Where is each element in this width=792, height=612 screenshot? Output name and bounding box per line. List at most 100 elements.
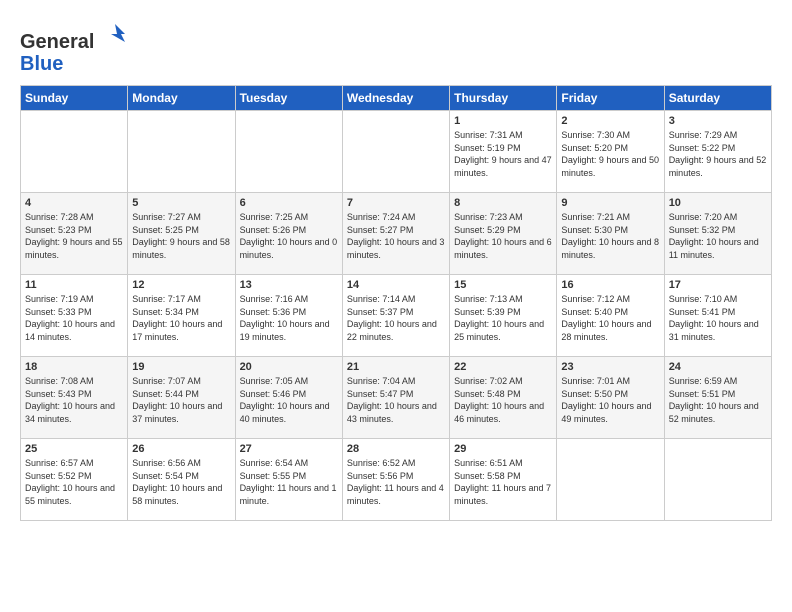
day-info: Sunrise: 7:28 AM Sunset: 5:23 PM Dayligh…	[25, 211, 123, 261]
week-row-5: 25 Sunrise: 6:57 AM Sunset: 5:52 PM Dayli…	[21, 439, 772, 521]
day-cell: 9 Sunrise: 7:21 AM Sunset: 5:30 PM Daylig…	[557, 193, 664, 275]
day-header-saturday: Saturday	[664, 86, 771, 111]
day-cell: 4 Sunrise: 7:28 AM Sunset: 5:23 PM Daylig…	[21, 193, 128, 275]
day-cell: 23Sunrise: 7:01 AM Sunset: 5:50 PM Dayli…	[557, 357, 664, 439]
day-info: Sunrise: 7:25 AM Sunset: 5:26 PM Dayligh…	[240, 211, 338, 261]
day-cell: 14 Sunrise: 7:14 AM Sunset: 5:37 PM Dayli…	[342, 275, 449, 357]
day-info: Sunrise: 7:04 AM Sunset: 5:47 PM Dayligh…	[347, 375, 445, 425]
day-header-thursday: Thursday	[450, 86, 557, 111]
day-info: Sunrise: 7:23 AM Sunset: 5:29 PM Dayligh…	[454, 211, 552, 261]
day-info: Sunrise: 6:52 AM Sunset: 5:56 PM Dayligh…	[347, 457, 445, 507]
day-number: 7	[347, 197, 445, 209]
day-number: 25	[25, 443, 123, 455]
day-cell	[664, 439, 771, 521]
day-info: Sunrise: 7:24 AM Sunset: 5:27 PM Dayligh…	[347, 211, 445, 261]
day-number: 18	[25, 361, 123, 373]
day-cell: 26 Sunrise: 6:56 AM Sunset: 5:54 PM Dayli…	[128, 439, 235, 521]
day-cell: 3Sunrise: 7:29 AM Sunset: 5:22 PM Daylig…	[664, 111, 771, 193]
day-header-friday: Friday	[557, 86, 664, 111]
day-cell: 5 Sunrise: 7:27 AM Sunset: 5:25 PM Daylig…	[128, 193, 235, 275]
day-info: Sunrise: 7:08 AM Sunset: 5:43 PM Dayligh…	[25, 375, 123, 425]
day-number: 15	[454, 279, 552, 291]
day-number: 24	[669, 361, 767, 373]
day-info: Sunrise: 7:07 AM Sunset: 5:44 PM Dayligh…	[132, 375, 230, 425]
logo-general: General	[20, 31, 94, 53]
day-header-sunday: Sunday	[21, 86, 128, 111]
day-number: 22	[454, 361, 552, 373]
week-row-1: 1 Sunrise: 7:31 AM Sunset: 5:19 PM Daylig…	[21, 111, 772, 193]
logo-bird-icon	[101, 20, 129, 48]
day-info: Sunrise: 7:12 AM Sunset: 5:40 PM Dayligh…	[561, 293, 659, 343]
day-cell: 22 Sunrise: 7:02 AM Sunset: 5:48 PM Dayli…	[450, 357, 557, 439]
day-number: 3	[669, 115, 767, 127]
day-cell: 1 Sunrise: 7:31 AM Sunset: 5:19 PM Daylig…	[450, 111, 557, 193]
day-cell: 10 Sunrise: 7:20 AM Sunset: 5:32 PM Dayli…	[664, 193, 771, 275]
day-number: 20	[240, 361, 338, 373]
day-number: 1	[454, 115, 552, 127]
day-cell: 13 Sunrise: 7:16 AM Sunset: 5:36 PM Dayli…	[235, 275, 342, 357]
day-cell	[21, 111, 128, 193]
day-cell	[128, 111, 235, 193]
day-cell: 18 Sunrise: 7:08 AM Sunset: 5:43 PM Dayli…	[21, 357, 128, 439]
day-cell: 15 Sunrise: 7:13 AM Sunset: 5:39 PM Dayli…	[450, 275, 557, 357]
calendar-table: SundayMondayTuesdayWednesdayThursdayFrid…	[20, 85, 772, 521]
week-row-4: 18 Sunrise: 7:08 AM Sunset: 5:43 PM Dayli…	[21, 357, 772, 439]
header-area: General Blue	[20, 16, 772, 75]
day-info: Sunrise: 6:57 AM Sunset: 5:52 PM Dayligh…	[25, 457, 123, 507]
calendar-body: 1 Sunrise: 7:31 AM Sunset: 5:19 PM Daylig…	[21, 111, 772, 521]
day-header-monday: Monday	[128, 86, 235, 111]
day-cell: 25 Sunrise: 6:57 AM Sunset: 5:52 PM Dayli…	[21, 439, 128, 521]
day-info: Sunrise: 7:17 AM Sunset: 5:34 PM Dayligh…	[132, 293, 230, 343]
day-number: 11	[25, 279, 123, 291]
logo-blue: Blue	[20, 53, 63, 75]
day-info: Sunrise: 7:16 AM Sunset: 5:36 PM Dayligh…	[240, 293, 338, 343]
day-cell: 6Sunrise: 7:25 AM Sunset: 5:26 PM Daylig…	[235, 193, 342, 275]
day-number: 4	[25, 197, 123, 209]
day-number: 14	[347, 279, 445, 291]
day-number: 23	[561, 361, 659, 373]
day-cell: 27Sunrise: 6:54 AM Sunset: 5:55 PM Dayli…	[235, 439, 342, 521]
day-number: 5	[132, 197, 230, 209]
day-header-wednesday: Wednesday	[342, 86, 449, 111]
day-info: Sunrise: 6:56 AM Sunset: 5:54 PM Dayligh…	[132, 457, 230, 507]
week-row-3: 11 Sunrise: 7:19 AM Sunset: 5:33 PM Dayli…	[21, 275, 772, 357]
day-info: Sunrise: 7:05 AM Sunset: 5:46 PM Dayligh…	[240, 375, 338, 425]
logo-text: General Blue	[20, 20, 129, 75]
day-number: 26	[132, 443, 230, 455]
day-cell: 20 Sunrise: 7:05 AM Sunset: 5:46 PM Dayli…	[235, 357, 342, 439]
day-number: 12	[132, 279, 230, 291]
day-number: 29	[454, 443, 552, 455]
day-cell: 8 Sunrise: 7:23 AM Sunset: 5:29 PM Daylig…	[450, 193, 557, 275]
day-info: Sunrise: 7:13 AM Sunset: 5:39 PM Dayligh…	[454, 293, 552, 343]
logo: General Blue	[20, 20, 129, 75]
day-cell: 24Sunrise: 6:59 AM Sunset: 5:51 PM Dayli…	[664, 357, 771, 439]
calendar-page: General Blue SundayMondayTuesdayWednesda…	[0, 0, 792, 531]
day-cell: 19 Sunrise: 7:07 AM Sunset: 5:44 PM Dayli…	[128, 357, 235, 439]
day-number: 2	[561, 115, 659, 127]
day-number: 28	[347, 443, 445, 455]
day-cell: 28 Sunrise: 6:52 AM Sunset: 5:56 PM Dayli…	[342, 439, 449, 521]
day-cell	[557, 439, 664, 521]
day-info: Sunrise: 7:14 AM Sunset: 5:37 PM Dayligh…	[347, 293, 445, 343]
day-number: 27	[240, 443, 338, 455]
day-info: Sunrise: 7:02 AM Sunset: 5:48 PM Dayligh…	[454, 375, 552, 425]
day-info: Sunrise: 7:20 AM Sunset: 5:32 PM Dayligh…	[669, 211, 767, 261]
day-cell: 2 Sunrise: 7:30 AM Sunset: 5:20 PM Daylig…	[557, 111, 664, 193]
day-cell: 17Sunrise: 7:10 AM Sunset: 5:41 PM Dayli…	[664, 275, 771, 357]
day-cell: 12 Sunrise: 7:17 AM Sunset: 5:34 PM Dayli…	[128, 275, 235, 357]
day-number: 8	[454, 197, 552, 209]
day-number: 21	[347, 361, 445, 373]
day-number: 13	[240, 279, 338, 291]
day-cell: 11 Sunrise: 7:19 AM Sunset: 5:33 PM Dayli…	[21, 275, 128, 357]
day-info: Sunrise: 7:19 AM Sunset: 5:33 PM Dayligh…	[25, 293, 123, 343]
day-number: 19	[132, 361, 230, 373]
day-number: 9	[561, 197, 659, 209]
day-number: 10	[669, 197, 767, 209]
day-info: Sunrise: 7:30 AM Sunset: 5:20 PM Dayligh…	[561, 129, 659, 179]
day-cell	[235, 111, 342, 193]
day-info: Sunrise: 7:21 AM Sunset: 5:30 PM Dayligh…	[561, 211, 659, 261]
day-info: Sunrise: 7:10 AM Sunset: 5:41 PM Dayligh…	[669, 293, 767, 343]
day-cell: 7 Sunrise: 7:24 AM Sunset: 5:27 PM Daylig…	[342, 193, 449, 275]
day-info: Sunrise: 7:31 AM Sunset: 5:19 PM Dayligh…	[454, 129, 552, 179]
day-info: Sunrise: 7:27 AM Sunset: 5:25 PM Dayligh…	[132, 211, 230, 261]
